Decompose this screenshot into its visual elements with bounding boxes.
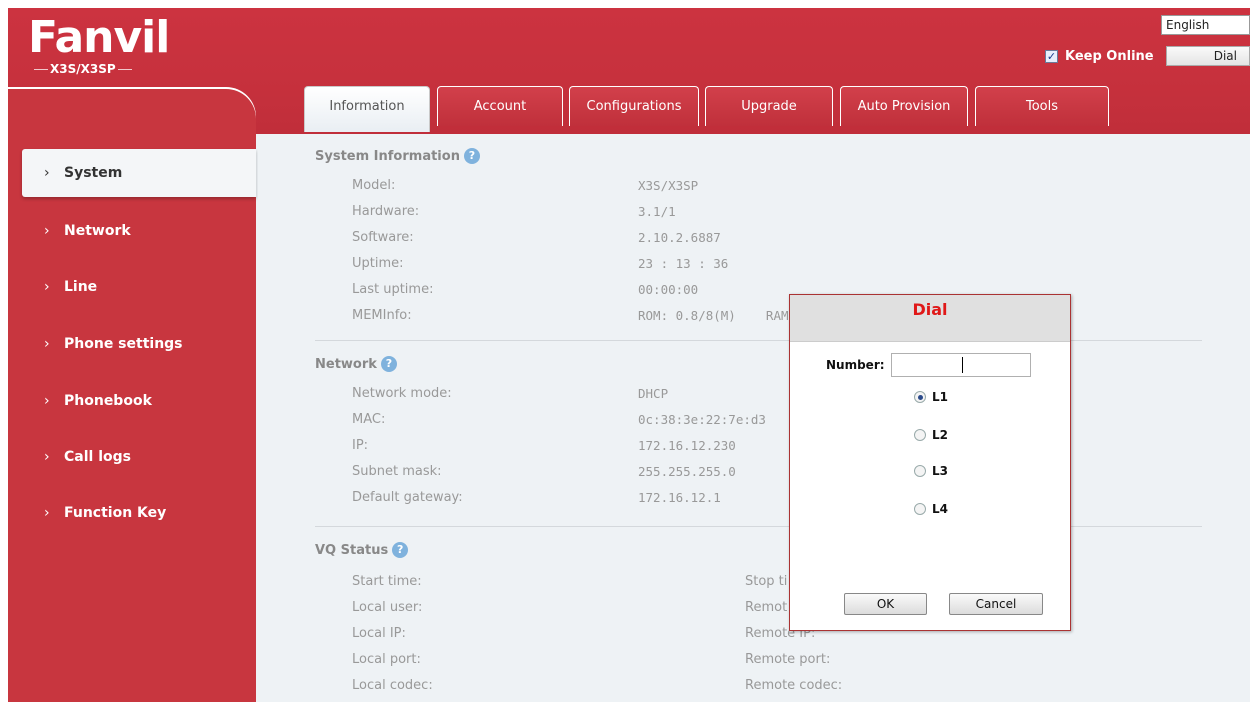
section-title-text: VQ Status [315, 542, 389, 558]
row-label: Local IP: [352, 626, 406, 641]
chevron-right-icon: › [44, 165, 50, 181]
chevron-right-icon: › [44, 279, 50, 295]
keep-online-label: Keep Online [1065, 48, 1154, 64]
radio-checked-icon[interactable] [914, 391, 926, 403]
number-row: Number: [826, 353, 1031, 377]
content-panel: System Information? Model: X3S/X3SP Hard… [258, 134, 1250, 702]
number-input[interactable] [890, 353, 1031, 377]
sidebar-item-label: System [64, 165, 123, 181]
section-title-text: System Information [315, 148, 460, 164]
chevron-right-icon: › [44, 223, 50, 239]
sidebar-item-label: Phonebook [64, 393, 152, 409]
chevron-right-icon: › [44, 449, 50, 465]
sidebar-item-network[interactable]: › Network [8, 207, 256, 255]
row-label: Uptime: [352, 256, 404, 271]
row-label: Hardware: [352, 204, 420, 219]
tab-auto-provision[interactable]: Auto Provision [840, 86, 968, 126]
sidebar-item-label: Line [64, 279, 98, 295]
row-value: DHCP [638, 386, 669, 401]
sidebar-item-label: Call logs [64, 449, 131, 465]
radio-icon[interactable] [914, 465, 926, 477]
cancel-button[interactable]: Cancel [949, 593, 1043, 615]
sidebar-item-phonebook[interactable]: › Phonebook [8, 377, 256, 425]
line-option-l1[interactable]: L1 [914, 390, 948, 404]
tab-upgrade[interactable]: Upgrade [705, 86, 833, 126]
tab-tools[interactable]: Tools [975, 86, 1109, 126]
sidebar-item-call-logs[interactable]: › Call logs [8, 433, 256, 481]
help-icon[interactable]: ? [463, 148, 480, 164]
section-title-system-information: System Information? [315, 148, 480, 164]
radio-icon[interactable] [914, 429, 926, 441]
sidebar-item-line[interactable]: › Line [8, 263, 256, 311]
row-label: Model: [352, 178, 396, 193]
model-label: X3S/X3SP [50, 62, 116, 76]
fanvil-logo: Fanvil X3S/X3SP [28, 12, 170, 78]
chevron-right-icon: › [44, 336, 50, 352]
line-option-label: L3 [932, 464, 948, 478]
row-value: 172.16.12.230 [638, 438, 736, 453]
sidebar-item-label: Function Key [64, 505, 167, 521]
row-value: 255.255.255.0 [638, 464, 736, 479]
line-option-l3[interactable]: L3 [914, 464, 948, 478]
row-label: Remote codec: [745, 678, 843, 693]
row-label: Subnet mask: [352, 464, 442, 479]
line-option-label: L2 [932, 428, 948, 442]
row-label: Local user: [352, 600, 423, 615]
page: Fanvil X3S/X3SP English ✓ Keep Online Di… [8, 8, 1250, 702]
text-caret [961, 357, 963, 373]
keep-online-checkbox[interactable]: ✓ [1045, 49, 1058, 63]
sidebar-item-label: Network [64, 223, 131, 239]
row-value: ROM: 0.8/8(M) RAM [638, 308, 789, 323]
section-title-vq-status: VQ Status? [315, 542, 409, 558]
chevron-right-icon: › [44, 505, 50, 521]
row-label: Remot [745, 600, 788, 615]
dial-button[interactable]: Dial [1166, 46, 1250, 66]
help-icon[interactable]: ? [380, 356, 397, 372]
row-label: Remote port: [745, 652, 831, 667]
sidebar-item-label: Phone settings [64, 336, 183, 352]
row-label: Local codec: [352, 678, 433, 693]
sidebar-item-system[interactable]: › System [22, 149, 256, 197]
line-option-label: L1 [932, 390, 948, 404]
row-label: Start time: [352, 574, 422, 589]
sidebar-item-function-key[interactable]: › Function Key [8, 489, 256, 537]
help-icon[interactable]: ? [392, 542, 409, 558]
row-label: Network mode: [352, 386, 452, 401]
row-value: 172.16.12.1 [638, 490, 721, 505]
row-label: Stop ti [745, 574, 788, 589]
row-value: 00:00:00 [638, 282, 699, 297]
tab-configurations[interactable]: Configurations [569, 86, 699, 126]
sidebar-item-phone-settings[interactable]: › Phone settings [8, 320, 256, 368]
row-label: Software: [352, 230, 414, 245]
row-label: Default gateway: [352, 490, 463, 505]
row-value: 23 : 13 : 36 [638, 256, 729, 271]
radio-icon[interactable] [914, 503, 926, 515]
row-value: 0c:38:3e:22:7e:d3 [638, 412, 766, 427]
section-title-text: Network [315, 356, 377, 372]
line-option-label: L4 [932, 502, 948, 516]
row-label: Local port: [352, 652, 421, 667]
row-label: Last uptime: [352, 282, 434, 297]
tab-account[interactable]: Account [437, 86, 563, 126]
line-option-l2[interactable]: L2 [914, 428, 948, 442]
row-value: X3S/X3SP [638, 178, 699, 193]
model-tag: X3S/X3SP [32, 62, 134, 76]
line-option-l4[interactable]: L4 [914, 502, 948, 516]
dial-dialog: Dial Number: L1 L2 L3 L4 OK Cancel [789, 294, 1071, 631]
row-label: MEMInfo: [352, 308, 412, 323]
sidebar: › System › Network › Line › Phone settings ›… [8, 87, 256, 702]
row-label: IP: [352, 438, 369, 453]
row-value: 2.10.2.6887 [638, 230, 721, 245]
tab-information[interactable]: Information [304, 86, 430, 132]
row-value: 3.1/1 [638, 204, 676, 219]
brand-name: Fanvil [28, 12, 170, 63]
chevron-right-icon: › [44, 393, 50, 409]
row-label: MAC: [352, 412, 386, 427]
ok-button[interactable]: OK [844, 593, 927, 615]
dial-dialog-title: Dial [790, 295, 1070, 342]
language-select[interactable]: English [1161, 15, 1250, 35]
keep-online-toggle[interactable]: ✓ Keep Online [1045, 48, 1154, 64]
section-title-network: Network? [315, 356, 397, 372]
number-label: Number: [826, 358, 885, 372]
